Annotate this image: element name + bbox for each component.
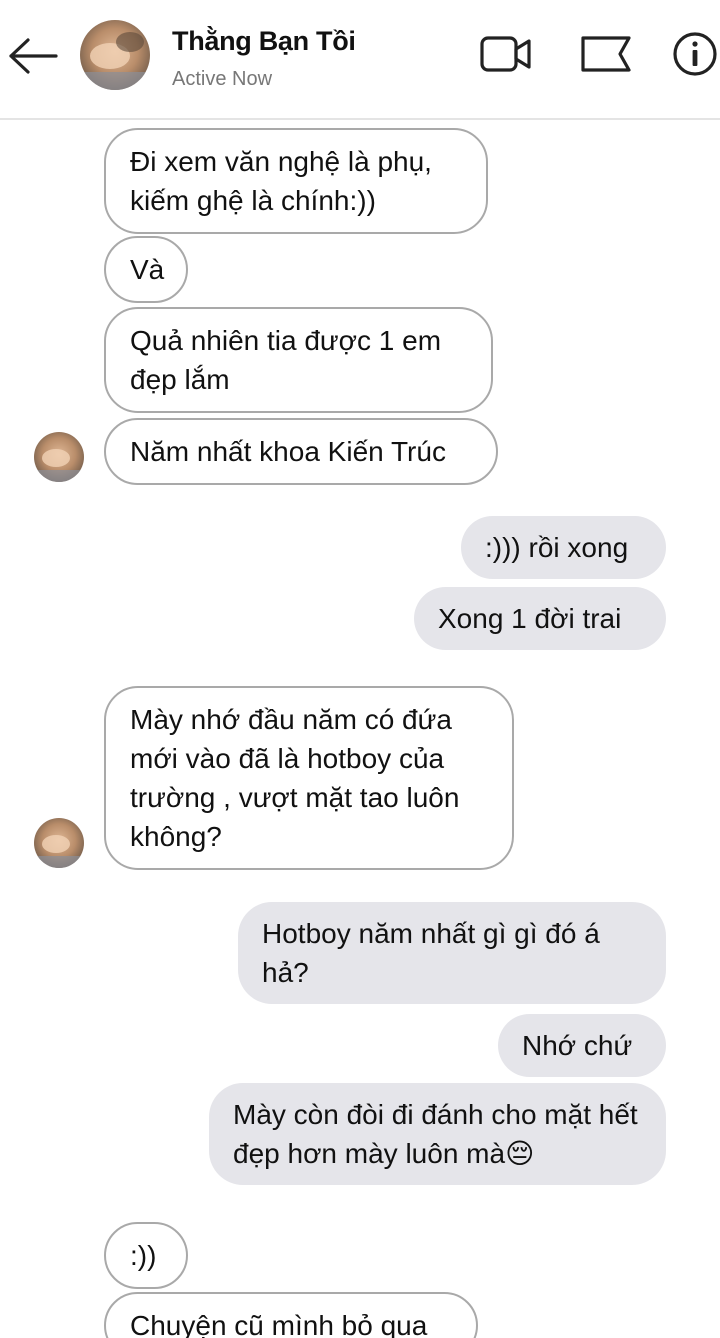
flag-button[interactable] xyxy=(578,34,634,78)
flag-icon xyxy=(579,34,633,79)
back-button[interactable] xyxy=(4,30,60,86)
info-icon xyxy=(672,31,718,82)
message-bubble[interactable]: :)) xyxy=(104,1222,188,1289)
active-status: Active Now xyxy=(172,68,273,90)
video-camera-icon xyxy=(479,34,533,79)
contact-name[interactable]: Thằng Bạn Tồi xyxy=(172,26,356,57)
sender-avatar[interactable] xyxy=(34,432,84,482)
message-bubble[interactable]: Chuyện cũ mình bỏ qua xyxy=(104,1292,478,1338)
contact-avatar[interactable] xyxy=(80,20,150,90)
message-bubble[interactable]: Và xyxy=(104,236,188,303)
chat-screen: Thằng Bạn Tồi Active Now Đi xem văn nghệ… xyxy=(0,0,720,1338)
message-bubble[interactable]: Nhớ chứ xyxy=(498,1014,666,1077)
message-bubble[interactable]: Năm nhất khoa Kiến Trúc xyxy=(104,418,498,485)
video-call-button[interactable] xyxy=(478,34,534,78)
message-bubble[interactable]: Mày còn đòi đi đánh cho mặt hết đẹp hơn … xyxy=(209,1083,666,1185)
message-bubble[interactable]: :))) rồi xong xyxy=(461,516,666,579)
message-bubble[interactable]: Quả nhiên tia được 1 em đẹp lắm xyxy=(104,307,493,413)
chat-header: Thằng Bạn Tồi Active Now xyxy=(0,0,720,120)
message-bubble[interactable]: Hotboy năm nhất gì gì đó á hả? xyxy=(238,902,666,1004)
message-bubble[interactable]: Xong 1 đời trai xyxy=(414,587,666,650)
info-button[interactable] xyxy=(670,31,720,78)
message-bubble[interactable]: Đi xem văn nghệ là phụ, kiếm ghệ là chín… xyxy=(104,128,488,234)
arrow-left-icon xyxy=(6,36,58,81)
message-bubble[interactable]: Mày nhớ đầu năm có đứa mới vào đã là hot… xyxy=(104,686,514,870)
sender-avatar[interactable] xyxy=(34,818,84,868)
